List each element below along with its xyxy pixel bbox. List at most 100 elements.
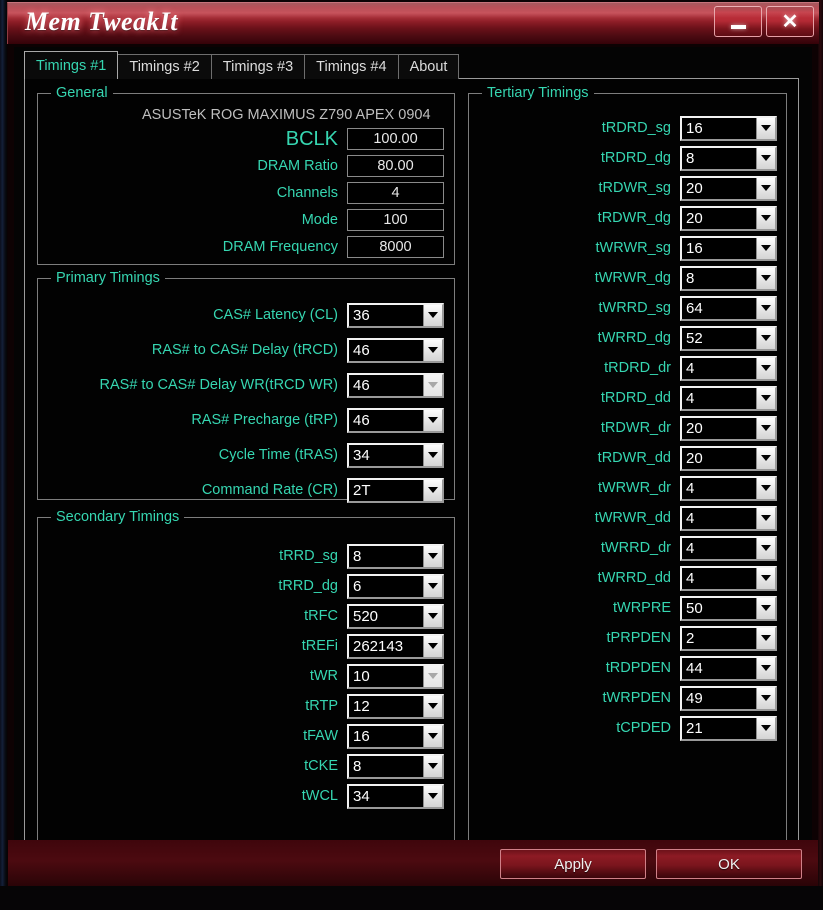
close-button[interactable]: ✕ [766, 6, 814, 37]
readonly-value-box: 4 [347, 182, 444, 204]
chevron-down-icon[interactable] [756, 237, 775, 259]
tab-page-timings-1: General ASUSTeK ROG MAXIMUS Z790 APEX 09… [24, 78, 799, 880]
chevron-down-icon[interactable] [756, 597, 775, 619]
combobox[interactable]: 4 [680, 475, 777, 501]
tertiary-timing-row: tPRPDEN 2 [469, 625, 777, 651]
combobox[interactable]: 4 [680, 505, 777, 531]
chevron-down-icon[interactable] [423, 479, 442, 501]
field-label: tRDRD_dg [600, 149, 671, 166]
combobox[interactable]: 2T [347, 477, 444, 503]
combobox[interactable]: 44 [680, 655, 777, 681]
chevron-down-icon[interactable] [756, 117, 775, 139]
chevron-down-icon[interactable] [756, 387, 775, 409]
chevron-down-icon[interactable] [756, 147, 775, 169]
combobox[interactable]: 20 [680, 175, 777, 201]
ok-button[interactable]: OK [656, 849, 802, 879]
chevron-down-icon[interactable] [756, 417, 775, 439]
combobox[interactable]: 4 [680, 355, 777, 381]
caret-glyph [428, 347, 438, 353]
chevron-down-icon[interactable] [756, 207, 775, 229]
combobox[interactable]: 8 [347, 753, 444, 779]
combobox[interactable]: 46 [347, 337, 444, 363]
caret-glyph [761, 515, 771, 521]
chevron-down-icon[interactable] [423, 575, 442, 597]
caret-glyph [761, 275, 771, 281]
chevron-down-icon[interactable] [756, 267, 775, 289]
chevron-down-icon[interactable] [756, 477, 775, 499]
chevron-down-icon[interactable] [423, 785, 442, 807]
caret-glyph [761, 485, 771, 491]
combobox[interactable]: 36 [347, 302, 444, 328]
combobox[interactable]: 4 [680, 385, 777, 411]
combobox[interactable]: 2 [680, 625, 777, 651]
group-tertiary-title: Tertiary Timings [482, 85, 594, 101]
chevron-down-icon[interactable] [756, 507, 775, 529]
chevron-down-icon[interactable] [756, 627, 775, 649]
tab-about[interactable]: About [397, 54, 460, 79]
tab-timings-4[interactable]: Timings #4 [304, 54, 399, 79]
chevron-down-icon[interactable] [756, 297, 775, 319]
combobox[interactable]: 34 [347, 783, 444, 809]
combobox[interactable]: 16 [680, 115, 777, 141]
chevron-down-icon[interactable] [756, 327, 775, 349]
apply-button[interactable]: Apply [500, 849, 646, 879]
combobox[interactable]: 50 [680, 595, 777, 621]
group-secondary-timings: Secondary Timings tRRD_sg 8 tRRD_dg 6 tRFC 52… [37, 509, 455, 859]
chevron-down-icon[interactable] [423, 444, 442, 466]
combobox[interactable]: 4 [680, 565, 777, 591]
combobox[interactable]: 52 [680, 325, 777, 351]
combobox[interactable]: 6 [347, 573, 444, 599]
caret-glyph [761, 605, 771, 611]
chevron-down-icon[interactable] [423, 545, 442, 567]
group-primary-title: Primary Timings [51, 270, 165, 286]
chevron-down-icon[interactable] [423, 695, 442, 717]
chevron-down-icon[interactable] [756, 567, 775, 589]
title-bar[interactable]: Mem TweakIt ✕ [7, 2, 819, 44]
combobox[interactable]: 4 [680, 535, 777, 561]
tab-timings-3[interactable]: Timings #3 [210, 54, 306, 79]
chevron-down-icon[interactable] [756, 657, 775, 679]
combobox[interactable]: 8 [680, 145, 777, 171]
chevron-down-icon[interactable] [423, 605, 442, 627]
chevron-down-icon[interactable] [423, 725, 442, 747]
tertiary-timing-row: tWRWR_dr 4 [469, 475, 777, 501]
chevron-down-icon[interactable] [423, 635, 442, 657]
combobox[interactable]: 20 [680, 415, 777, 441]
combobox[interactable]: 49 [680, 685, 777, 711]
field-label: tREFi [301, 637, 338, 654]
combobox-value: 4 [686, 480, 695, 496]
tertiary-timing-row: tWRRD_dg 52 [469, 325, 777, 351]
tab-timings-2[interactable]: Timings #2 [117, 54, 212, 79]
caret-glyph [761, 245, 771, 251]
combobox[interactable]: 520 [347, 603, 444, 629]
readonly-value: 100.00 [373, 131, 418, 147]
combobox[interactable]: 262143 [347, 633, 444, 659]
chevron-down-icon[interactable] [423, 304, 442, 326]
combobox[interactable]: 12 [347, 693, 444, 719]
chevron-down-icon[interactable] [423, 339, 442, 361]
chevron-down-icon[interactable] [756, 687, 775, 709]
tab-timings-1[interactable]: Timings #1 [24, 51, 119, 79]
combobox[interactable]: 34 [347, 442, 444, 468]
chevron-down-icon[interactable] [423, 409, 442, 431]
readonly-value: 4 [391, 185, 400, 201]
secondary-timing-row: tFAW 16 [38, 723, 444, 749]
chevron-down-icon[interactable] [756, 717, 775, 739]
chevron-down-icon[interactable] [423, 755, 442, 777]
chevron-down-icon[interactable] [756, 447, 775, 469]
combobox[interactable]: 16 [347, 723, 444, 749]
combobox[interactable]: 20 [680, 445, 777, 471]
combobox[interactable]: 64 [680, 295, 777, 321]
combobox[interactable]: 46 [347, 407, 444, 433]
chevron-down-icon[interactable] [756, 357, 775, 379]
combobox[interactable]: 16 [680, 235, 777, 261]
combobox[interactable]: 21 [680, 715, 777, 741]
readonly-value: 80.00 [377, 158, 414, 174]
combobox[interactable]: 8 [347, 543, 444, 569]
combobox[interactable]: 20 [680, 205, 777, 231]
minimize-button[interactable] [714, 6, 762, 37]
field-label: tWRRD_dd [597, 569, 671, 586]
combobox[interactable]: 8 [680, 265, 777, 291]
chevron-down-icon[interactable] [756, 537, 775, 559]
chevron-down-icon[interactable] [756, 177, 775, 199]
